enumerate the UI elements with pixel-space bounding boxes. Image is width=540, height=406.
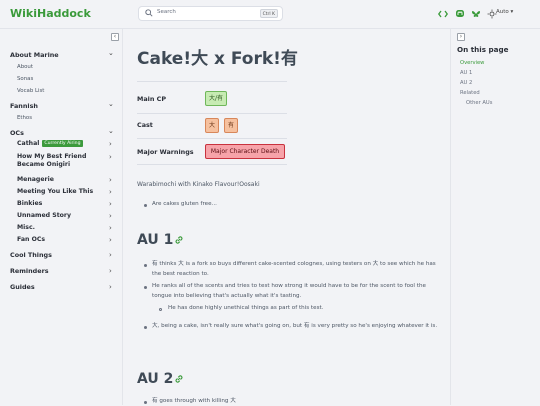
- sidebar-item-meeting-you[interactable]: Meeting You Like This: [17, 188, 93, 196]
- cast-tag[interactable]: 有: [224, 118, 238, 133]
- link-icon[interactable]: [174, 235, 184, 245]
- chevron-right-icon[interactable]: ›: [109, 236, 112, 244]
- sidebar-section-about-marine[interactable]: About Marine: [10, 51, 59, 59]
- list-item: 有 thinks 大 is a fork so buys different c…: [152, 261, 436, 277]
- table-of-contents: › On this page Overview AU 1 AU 2 Relate…: [451, 29, 540, 405]
- main-cp-tag[interactable]: 大/有: [205, 91, 227, 106]
- collapse-toc-button[interactable]: ›: [457, 33, 465, 41]
- sidebar-item-menagerie[interactable]: Menagerie: [17, 176, 54, 184]
- chevron-down-icon[interactable]: ⌄: [108, 127, 114, 135]
- sidebar-item-onigiri[interactable]: How My Best Friend Became Onigiri: [17, 153, 105, 169]
- infobox-cast-label: Cast: [137, 121, 153, 129]
- bullet-dot: [144, 204, 147, 207]
- toc-item-related[interactable]: Related: [460, 90, 480, 96]
- page-title: Cake!大 x Fork!有: [137, 49, 298, 69]
- chevron-right-icon[interactable]: ›: [109, 176, 112, 184]
- sidebar-section-guides[interactable]: Guides: [10, 283, 35, 291]
- bullet-dot: [144, 326, 147, 329]
- search-box[interactable]: Search Ctrl K: [138, 6, 283, 21]
- search-placeholder: Search: [157, 9, 176, 15]
- collapse-sidebar-button[interactable]: ‹: [111, 33, 119, 41]
- list-item: He ranks all of the scents and tries to …: [152, 283, 426, 299]
- bullet-dot: [159, 308, 162, 311]
- sidebar-item-label: Cathal: [17, 140, 40, 147]
- chevron-right-icon[interactable]: ›: [109, 224, 112, 232]
- toc-item-au2[interactable]: AU 2: [460, 80, 472, 86]
- code-icon[interactable]: [438, 9, 448, 19]
- chevron-right-icon[interactable]: ›: [109, 188, 112, 196]
- link-icon[interactable]: [174, 374, 184, 384]
- warning-tag[interactable]: Major Character Death: [205, 144, 285, 159]
- theme-label: Auto: [496, 9, 509, 15]
- status-badge: Currently Airing: [42, 140, 83, 147]
- list-item: Are cakes gluten free...: [152, 201, 217, 207]
- section-heading-au2: AU 2: [137, 371, 174, 387]
- mastodon-icon[interactable]: [455, 9, 465, 19]
- chevron-right-icon[interactable]: ›: [109, 251, 112, 259]
- chevron-down-icon[interactable]: ⌄: [108, 100, 114, 108]
- infobox-divider: [137, 81, 287, 82]
- sidebar-item-ethos[interactable]: Ethos: [17, 115, 32, 121]
- top-bar: WikiHaddock Search Ctrl K Auto ▾: [0, 0, 540, 29]
- infobox-main-cp-label: Main CP: [137, 95, 167, 103]
- chevron-right-icon[interactable]: ›: [109, 140, 112, 148]
- bluesky-icon[interactable]: [471, 9, 481, 19]
- infobox-divider: [137, 113, 287, 114]
- search-shortcut: Ctrl K: [259, 9, 278, 18]
- bullet-dot: [144, 401, 147, 404]
- chevron-right-icon[interactable]: ›: [109, 283, 112, 291]
- sidebar-item-vocab-list[interactable]: Vocab List: [17, 88, 44, 94]
- toc-item-overview[interactable]: Overview: [460, 60, 484, 66]
- cast-tag[interactable]: 大: [205, 118, 219, 133]
- sidebar-item-cathal[interactable]: Cathal Currently Airing: [17, 140, 83, 148]
- sidebar: ‹ About Marine ⌄ About Sonas Vocab List …: [0, 29, 122, 405]
- chevron-down-icon[interactable]: ⌄: [108, 49, 114, 57]
- section-heading-au1: AU 1: [137, 232, 174, 248]
- toc-item-other-aus[interactable]: Other AUs: [466, 100, 492, 106]
- list-item: He has done highly unethical things as p…: [168, 305, 324, 311]
- chevron-right-icon[interactable]: ›: [109, 153, 112, 161]
- toc-title: On this page: [457, 45, 509, 54]
- main-content: Cake!大 x Fork!有 Main CP 大/有 Cast 大 有 Maj…: [123, 29, 450, 405]
- theme-select[interactable]: Auto ▾: [496, 9, 513, 15]
- sidebar-section-cool-things[interactable]: Cool Things: [10, 251, 52, 259]
- sidebar-item-misc[interactable]: Misc.: [17, 224, 35, 232]
- sidebar-section-reminders[interactable]: Reminders: [10, 267, 49, 275]
- infobox-divider: [137, 138, 287, 139]
- infobox-warnings-label: Major Warnings: [137, 148, 194, 156]
- toc-item-au1[interactable]: AU 1: [460, 70, 472, 76]
- sidebar-section-fannish[interactable]: Fannish: [10, 102, 38, 110]
- bullet-dot: [144, 264, 147, 267]
- chevron-right-icon[interactable]: ›: [109, 212, 112, 220]
- sidebar-item-sonas[interactable]: Sonas: [17, 76, 33, 82]
- chevron-right-icon[interactable]: ›: [109, 267, 112, 275]
- sidebar-item-about[interactable]: About: [17, 64, 33, 70]
- sidebar-item-unnamed-story[interactable]: Unnamed Story: [17, 212, 71, 220]
- infobox-divider: [137, 164, 287, 165]
- sidebar-item-fan-ocs[interactable]: Fan OCs: [17, 236, 45, 244]
- search-icon: [145, 9, 153, 17]
- site-logo[interactable]: WikiHaddock: [10, 7, 91, 20]
- sidebar-section-ocs[interactable]: OCs: [10, 129, 24, 137]
- bullet-dot: [144, 286, 147, 289]
- list-item: 大, being a cake, isn't really sure what'…: [152, 323, 438, 329]
- chevron-right-icon[interactable]: ›: [109, 200, 112, 208]
- sidebar-item-binkies[interactable]: Binkies: [17, 200, 42, 208]
- intro-paragraph: Warabimochi with Kinako Flavour!Oosaki: [137, 181, 260, 188]
